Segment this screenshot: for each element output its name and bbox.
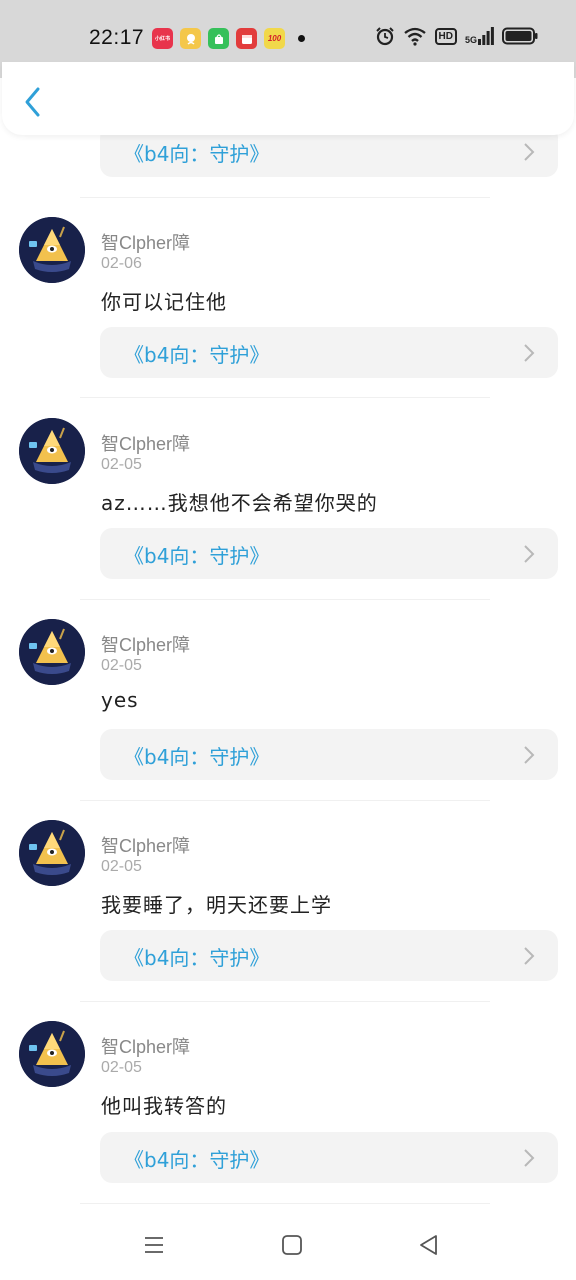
chevron-right-icon — [524, 143, 535, 161]
comment-date: 02-05 — [101, 858, 142, 875]
back-triangle-icon[interactable] — [414, 1230, 444, 1260]
chevron-right-icon — [524, 1149, 535, 1167]
avatar-illustration-icon — [19, 619, 85, 685]
chevron-right-icon — [524, 746, 535, 764]
back-arrow-icon[interactable] — [18, 84, 48, 120]
work-link-card[interactable]: 《b4向：守护》 — [100, 528, 558, 579]
hundred-app-label: 100 — [267, 34, 282, 43]
avatar[interactable] — [19, 1021, 85, 1087]
avatar-illustration-icon — [19, 1021, 85, 1087]
more-notifications-dot — [298, 35, 305, 42]
xiaohongshu-app-icon: 小红书 — [152, 28, 173, 49]
work-link-title: 《b4向：守护》 — [124, 745, 270, 769]
meituan-app-icon — [180, 28, 201, 49]
work-link-card[interactable]: 《b4向：守护》 — [100, 1132, 558, 1183]
comment-text: 我要睡了，明天还要上学 — [101, 893, 332, 917]
work-link-card[interactable]: 《b4向：守护》 — [100, 327, 558, 378]
avatar[interactable] — [19, 418, 85, 484]
avatar[interactable] — [19, 619, 85, 685]
avatar[interactable] — [19, 217, 85, 283]
calendar-app-icon — [236, 28, 257, 49]
top-nav-bar — [2, 62, 574, 135]
home-icon[interactable] — [277, 1230, 307, 1260]
system-status-icons: HD 5G — [375, 26, 538, 46]
cellular-signal-icon: 5G — [465, 27, 494, 45]
divider — [80, 1001, 490, 1002]
avatar-illustration-icon — [19, 820, 85, 886]
work-link-title: 《b4向：守护》 — [124, 946, 270, 970]
network-type-label: 5G — [464, 35, 477, 45]
divider — [80, 1203, 490, 1204]
avatar-illustration-icon — [19, 418, 85, 484]
work-link-card[interactable]: 《b4向：守护》 — [100, 930, 558, 981]
comment-date: 02-05 — [101, 456, 142, 473]
notification-icons: 小红书 100 — [152, 28, 305, 49]
comment-username[interactable]: 智Clpher障 — [101, 631, 190, 657]
comment-username[interactable]: 智Clpher障 — [101, 430, 190, 456]
comment-list: 《b4向：守护》 智Clpher障 02-06 你可以记住他 《b4向：守护》 — [0, 0, 576, 1280]
comment-username[interactable]: 智Clpher障 — [101, 1033, 190, 1059]
wifi-icon — [403, 27, 426, 46]
work-link-card[interactable]: 《b4向：守护》 — [100, 729, 558, 780]
avatar-illustration-icon — [19, 217, 85, 283]
divider — [80, 197, 490, 198]
comment-username[interactable]: 智Clpher障 — [101, 832, 190, 858]
comment-date: 02-05 — [101, 657, 142, 674]
comment-username[interactable]: 智Clpher障 — [101, 229, 190, 255]
hundred-app-icon: 100 — [264, 28, 285, 49]
work-link-title: 《b4向：守护》 — [124, 544, 270, 568]
comment-text: yes — [101, 688, 139, 712]
chevron-right-icon — [524, 545, 535, 563]
work-link-title: 《b4向：守护》 — [124, 142, 270, 166]
comment-date: 02-06 — [101, 255, 142, 272]
comment-text: 你可以记住他 — [101, 290, 227, 314]
hd-badge: HD — [434, 27, 457, 45]
alarm-icon — [375, 27, 394, 46]
xiaohongshu-app-label: 小红书 — [154, 36, 170, 42]
chevron-right-icon — [524, 344, 535, 362]
menu-icon[interactable] — [139, 1230, 169, 1260]
status-time: 22:17 — [89, 26, 145, 49]
comment-text: 他叫我转答的 — [101, 1094, 227, 1118]
comment-date: 02-05 — [101, 1059, 142, 1076]
divider — [80, 397, 490, 398]
chevron-right-icon — [524, 947, 535, 965]
shopping-app-icon — [208, 28, 229, 49]
divider — [80, 599, 490, 600]
work-link-title: 《b4向：守护》 — [124, 1148, 270, 1172]
avatar[interactable] — [19, 820, 85, 886]
battery-icon — [502, 27, 538, 45]
work-link-title: 《b4向：守护》 — [124, 343, 270, 367]
system-navigation-bar — [0, 1212, 576, 1280]
divider — [80, 800, 490, 801]
comment-text: az……我想他不会希望你哭的 — [101, 491, 378, 515]
